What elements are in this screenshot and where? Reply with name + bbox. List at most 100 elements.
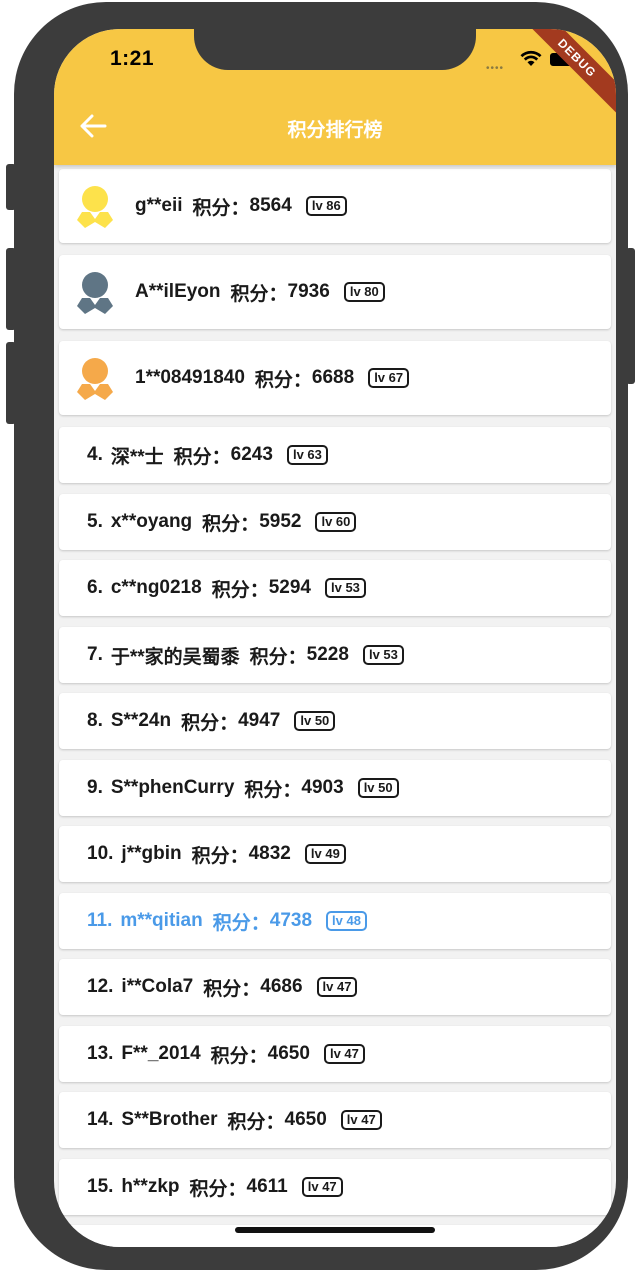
rank-number: 13.	[87, 1043, 114, 1064]
player-score: 5228	[306, 644, 349, 665]
rank-number: 12.	[87, 976, 114, 997]
score-label: 积分：	[203, 978, 261, 1000]
score-label: 积分：	[230, 283, 288, 305]
rank-number: 14.	[87, 1109, 114, 1130]
wifi-icon	[520, 50, 542, 66]
rank-number: 4.	[87, 444, 103, 465]
player-score: 4686	[260, 976, 303, 997]
level-badge: lv 80	[343, 282, 385, 302]
score-label: 积分：	[202, 513, 260, 535]
level-badge: lv 67	[368, 368, 410, 388]
player-name: m**qitian	[120, 910, 203, 931]
player-score: 5294	[268, 577, 311, 598]
leaderboard-row-9[interactable]: 9. S**phenCurry 积分： 4903 lv 50	[59, 760, 611, 816]
leaderboard-row-11-current-user[interactable]: 11. m**qitian 积分： 4738 lv 48	[59, 893, 611, 949]
level-badge: lv 50	[357, 778, 399, 798]
leaderboard-row-15[interactable]: 15. h**zkp 积分： 4611 lv 47	[59, 1159, 611, 1215]
leaderboard-row-6[interactable]: 6. c**ng0218 积分： 5294 lv 53	[59, 560, 611, 616]
level-badge: lv 53	[325, 578, 366, 598]
leaderboard-row-10[interactable]: 10. j**gbin 积分： 4832 lv 49	[59, 826, 611, 882]
player-score: 8564	[249, 195, 292, 216]
rank-number: 15.	[87, 1176, 114, 1197]
player-name: h**zkp	[121, 1176, 180, 1197]
player-score: 6688	[311, 367, 355, 388]
rank-number: 8.	[87, 710, 103, 731]
level-badge: lv 49	[304, 844, 346, 864]
level-badge: lv 47	[340, 1110, 382, 1130]
player-name: x**oyang	[110, 511, 193, 532]
player-name: F**_2014	[121, 1043, 201, 1064]
player-score: 4738	[269, 910, 313, 931]
rank-number: 11.	[87, 910, 113, 931]
player-name: 深**士	[110, 446, 164, 468]
level-badge: lv 47	[316, 977, 358, 997]
player-name: 于**家的吴蜀黍	[110, 646, 240, 668]
player-score: 4650	[284, 1109, 327, 1130]
debug-banner: DEBUG	[516, 29, 616, 119]
screen: 1:21 •••• DEBUG 积分排行榜 g**eii 积分： 8564 lv…	[54, 29, 616, 1247]
score-label: 积分：	[211, 579, 269, 601]
score-label: 积分：	[189, 1178, 247, 1200]
notch	[194, 29, 476, 70]
gold-medal-icon	[77, 186, 113, 228]
leaderboard-row-2[interactable]: A**ilEyon 积分： 7936 lv 80	[59, 255, 611, 329]
level-badge: lv 50	[294, 711, 336, 731]
player-score: 4947	[238, 710, 281, 731]
player-name: S**24n	[110, 710, 172, 731]
leaderboard-row-13[interactable]: 13. F**_2014 积分： 4650 lv 47	[59, 1026, 611, 1082]
silver-medal-icon	[77, 272, 113, 314]
cellular-signal-icon: ••••	[486, 63, 505, 74]
status-time: 1:21	[110, 47, 155, 70]
level-badge: lv 48	[326, 911, 367, 931]
rank-number: 9.	[87, 777, 103, 798]
score-label: 积分：	[212, 912, 270, 934]
score-label: 积分：	[210, 1045, 268, 1067]
level-badge: lv 47	[301, 1177, 343, 1197]
player-score: 4611	[246, 1176, 288, 1197]
score-label: 积分：	[227, 1111, 285, 1133]
player-name: A**ilEyon	[135, 281, 221, 302]
score-label: 积分：	[192, 197, 250, 219]
leaderboard-row-14[interactable]: 14. S**Brother 积分： 4650 lv 47	[59, 1092, 611, 1148]
leaderboard-row-12[interactable]: 12. i**Cola7 积分： 4686 lv 47	[59, 959, 611, 1015]
player-score: 4903	[301, 777, 344, 798]
player-name: c**ng0218	[110, 577, 202, 598]
player-score: 6243	[230, 444, 273, 465]
score-label: 积分：	[181, 712, 239, 734]
level-badge: lv 86	[305, 196, 347, 216]
level-badge: lv 53	[362, 645, 404, 665]
player-name: j**gbin	[121, 843, 182, 864]
player-score: 4650	[267, 1043, 310, 1064]
leaderboard-row-3[interactable]: 1**08491840 积分： 6688 lv 67	[59, 341, 611, 415]
leaderboard-row-4[interactable]: 4. 深**士 积分： 6243 lv 63	[59, 427, 611, 483]
bronze-medal-icon	[77, 358, 113, 400]
score-label: 积分：	[191, 845, 249, 867]
level-badge: lv 63	[286, 445, 328, 465]
app-bar: 1:21 •••• DEBUG 积分排行榜	[54, 29, 616, 165]
rank-number: 5.	[87, 511, 103, 532]
score-label: 积分：	[254, 369, 312, 391]
rank-number: 6.	[87, 577, 103, 598]
player-score: 7936	[287, 281, 330, 302]
player-name: S**Brother	[121, 1109, 218, 1130]
rank-number: 7.	[87, 644, 103, 665]
score-label: 积分：	[244, 779, 302, 801]
page-title: 积分排行榜	[287, 120, 383, 141]
leaderboard-row-5[interactable]: 5. x**oyang 积分： 5952 lv 60	[59, 494, 611, 550]
score-label: 积分：	[249, 646, 307, 668]
score-label: 积分：	[173, 446, 231, 468]
player-name: S**phenCurry	[110, 777, 235, 798]
rank-number: 10.	[87, 843, 114, 864]
player-name: g**eii	[135, 195, 183, 216]
leaderboard-row-1[interactable]: g**eii 积分： 8564 lv 86	[59, 169, 611, 243]
player-name: 1**08491840	[135, 367, 245, 388]
level-badge: lv 60	[315, 512, 357, 532]
player-score: 4832	[248, 843, 291, 864]
leaderboard-row-7[interactable]: 7. 于**家的吴蜀黍 积分： 5228 lv 53	[59, 627, 611, 683]
leaderboard-row-8[interactable]: 8. S**24n 积分： 4947 lv 50	[59, 693, 611, 749]
level-badge: lv 47	[323, 1044, 365, 1064]
player-score: 5952	[259, 511, 302, 532]
player-name: i**Cola7	[121, 976, 194, 997]
home-indicator[interactable]	[235, 1227, 435, 1233]
phone-frame: 1:21 •••• DEBUG 积分排行榜 g**eii 积分： 8564 lv…	[14, 2, 628, 1270]
